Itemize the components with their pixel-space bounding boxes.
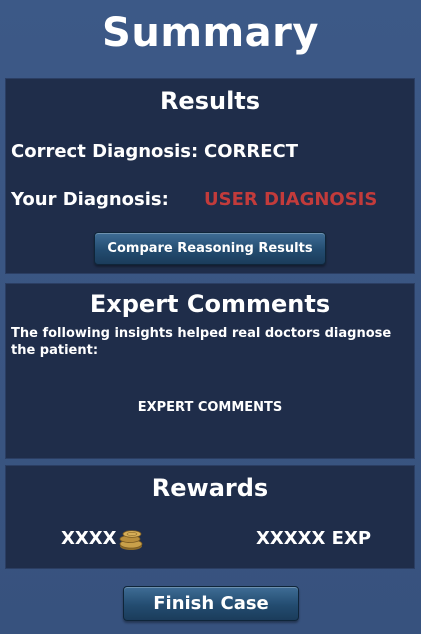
compare-reasoning-button[interactable]: Compare Reasoning Results — [94, 232, 326, 265]
results-panel: Results Correct Diagnosis: CORRECT Your … — [5, 78, 415, 274]
coin-stack-icon — [119, 530, 143, 550]
results-title: Results — [159, 87, 261, 115]
expert-comments-panel: Expert Comments The following insights h… — [5, 283, 415, 459]
correct-diagnosis-label: Correct Diagnosis: — [11, 141, 199, 162]
rewards-title: Rewards — [151, 474, 269, 502]
expert-comments-text: EXPERT COMMENTS — [137, 400, 283, 415]
finish-case-button[interactable]: Finish Case — [123, 586, 299, 621]
exp-amount: XXXXX EXP — [256, 528, 372, 549]
page-title: Summary — [102, 10, 319, 56]
expert-comments-title: Expert Comments — [89, 290, 331, 318]
expert-insight-text: The following insights helped real docto… — [11, 326, 392, 358]
correct-diagnosis-value: CORRECT — [204, 141, 299, 162]
coins-amount: XXXX — [61, 528, 117, 549]
your-diagnosis-label: Your Diagnosis: — [11, 189, 169, 210]
rewards-panel: Rewards XXXX XXXXX EXP — [5, 465, 415, 569]
summary-screen: Summary Results Correct Diagnosis: CORRE… — [0, 0, 421, 634]
your-diagnosis-value: USER DIAGNOSIS — [204, 189, 378, 210]
